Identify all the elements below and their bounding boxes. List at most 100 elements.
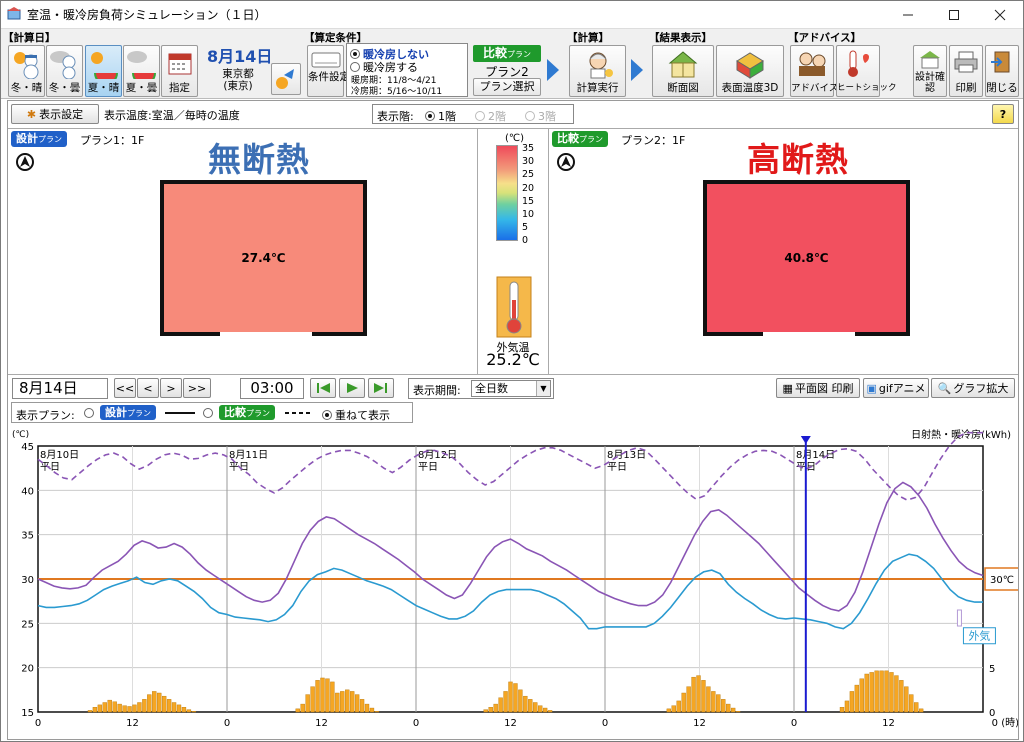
minimize-icon [903, 14, 913, 15]
nav-first-button[interactable]: << [114, 378, 136, 398]
floor-option-2[interactable]: 2階 [475, 108, 506, 124]
print-floorplan-button[interactable]: ▦ 平面図 印刷 [776, 378, 860, 398]
day-button-winter-cloudy[interactable]: 冬・曇 [46, 45, 83, 97]
compare-small: プラン [507, 50, 531, 59]
floor-label: 表示階: [377, 110, 414, 123]
day-button-custom[interactable]: 指定 [161, 45, 198, 97]
design-check-button[interactable]: 設計確認 [913, 45, 947, 97]
cooling-period: 冷房期：5/16～10/11 [351, 87, 443, 97]
advice-people-icon [799, 52, 826, 76]
solar-bar [142, 699, 147, 713]
display-settings-button[interactable]: ✱ 表示設定 [11, 104, 99, 124]
solar-bar [340, 691, 345, 713]
group-label-results: 【結果表示】 [649, 32, 712, 44]
solar-bar [538, 705, 543, 713]
solar-bar [310, 686, 315, 713]
print-label: 印刷 [955, 82, 977, 94]
aircon-icon [311, 52, 340, 68]
day-button-label: 冬・晴 [10, 82, 43, 94]
period-select[interactable]: 全日数 ▼ [471, 380, 551, 397]
step-back-button[interactable] [310, 378, 336, 398]
floor-option-1[interactable]: 1階 [425, 108, 456, 124]
solar-bar [300, 703, 305, 713]
print-button[interactable]: 印刷 [949, 45, 983, 97]
group-label-calc-day: 【計算日】 [3, 32, 56, 44]
compare-plan-badge: 比較プラン [552, 131, 608, 147]
condition-button-label: 条件設定 [308, 71, 350, 83]
display-design-radio[interactable] [84, 407, 97, 420]
calc-date: 8月14日 [207, 47, 273, 66]
advice-button[interactable]: アドバイス [790, 45, 838, 97]
main-area: ✱ 表示設定 表示温度:室温／毎時の温度 表示階: 1階 2階 3階 ? 設計プラ… [7, 100, 1019, 740]
room-temp-right: 40.8℃ [784, 251, 829, 265]
surface-temp-3d-button[interactable]: 表面温度3D [716, 45, 784, 97]
section-view-button[interactable]: 断面図 [652, 45, 714, 97]
solar-bar [369, 707, 375, 713]
chart-date-field[interactable]: 8月14日 [12, 378, 108, 399]
step-forward-button[interactable] [368, 378, 394, 398]
close-window-button[interactable] [977, 1, 1023, 28]
day-date-label: 8月14日 [796, 449, 835, 461]
graph-zoom-button[interactable]: 🔍 グラフ拡大 [931, 378, 1015, 398]
location-button[interactable] [271, 63, 301, 95]
nav-last-button[interactable]: >> [183, 378, 211, 398]
nav-next-button[interactable]: > [160, 378, 182, 398]
close-app-button[interactable]: 閉じる [985, 45, 1019, 97]
solar-bar [354, 694, 360, 713]
close-icon [994, 9, 1006, 20]
day-date-label: 8月11日 [229, 449, 268, 461]
display-compare-radio[interactable] [203, 407, 216, 420]
help-button[interactable]: ? [992, 104, 1014, 124]
group-label-calc: 【計算】 [567, 32, 609, 44]
nav-prev-button[interactable]: < [137, 378, 159, 398]
condition-settings-button[interactable]: 条件設定 [307, 45, 350, 97]
run-calc-button[interactable]: 計算実行 [569, 45, 626, 97]
solar-bar [315, 680, 320, 713]
solar-bar [701, 680, 706, 713]
solar-bar [112, 701, 117, 713]
right-plan-title: 高断熱 [747, 140, 849, 179]
solar-bar [904, 686, 909, 713]
magnifier-icon: 🔍 [937, 381, 952, 395]
day-button-winter-sunny[interactable]: 冬・晴 [8, 45, 45, 97]
badge-text: 設計 [105, 406, 127, 419]
minimize-button[interactable] [885, 1, 931, 28]
room-floorplan-right[interactable]: 40.8℃ [703, 180, 910, 336]
maximize-button[interactable] [931, 1, 977, 28]
compare-badge: 比較プラン [219, 405, 275, 420]
heating-options-panel: 暖冷房しない 暖冷房する 暖房期：11/8～4/21 冷房期：5/16～10/1… [346, 43, 468, 97]
solar-bar [726, 703, 731, 713]
solar-bar [503, 691, 508, 713]
solar-bar [839, 707, 845, 713]
floor-option-3[interactable]: 3階 [525, 108, 556, 124]
radio-icon [475, 111, 485, 121]
time-field[interactable]: 03:00 [240, 378, 304, 399]
legend-tick: 30 [522, 156, 535, 168]
floor-option-label: 1階 [438, 110, 456, 123]
overlay-label: 重ねて表示 [335, 409, 390, 422]
x-tick-label: 12 [126, 718, 139, 729]
day-button-summer-sunny[interactable]: 夏・晴 [85, 45, 122, 97]
arrow-right-icon [547, 59, 559, 81]
solar-bar [350, 691, 355, 713]
play-button[interactable] [339, 378, 365, 398]
calendar-icon [168, 53, 191, 75]
plan-select-button[interactable]: プラン選択 [473, 78, 541, 96]
heat-shock-button[interactable]: ヒートショック [836, 45, 897, 97]
display-plan-panel: 表示プラン: 設計プラン 比較プラン 重ねて表示 [11, 402, 413, 423]
solar-bar [844, 700, 850, 713]
day-button-summer-cloudy[interactable]: 夏・曇 [123, 45, 160, 97]
solar-bar [488, 707, 493, 713]
legend-color-bar [496, 145, 518, 241]
solar-bar [884, 670, 889, 713]
x-tick-label: 0 [413, 718, 419, 729]
compare-label: 比較 [482, 46, 507, 60]
gif-animation-button[interactable]: ▣ gifアニメ [863, 378, 929, 398]
room-floorplan-left[interactable]: 27.4℃ [160, 180, 367, 336]
overlay-radio[interactable]: 重ねて表示 [322, 407, 390, 423]
thermometer-heart-icon [848, 50, 869, 77]
solar-bar [874, 670, 879, 713]
watermelon-cloud-icon [126, 51, 156, 79]
legend-tick: 20 [522, 182, 535, 194]
exit-door-icon [991, 51, 1010, 73]
